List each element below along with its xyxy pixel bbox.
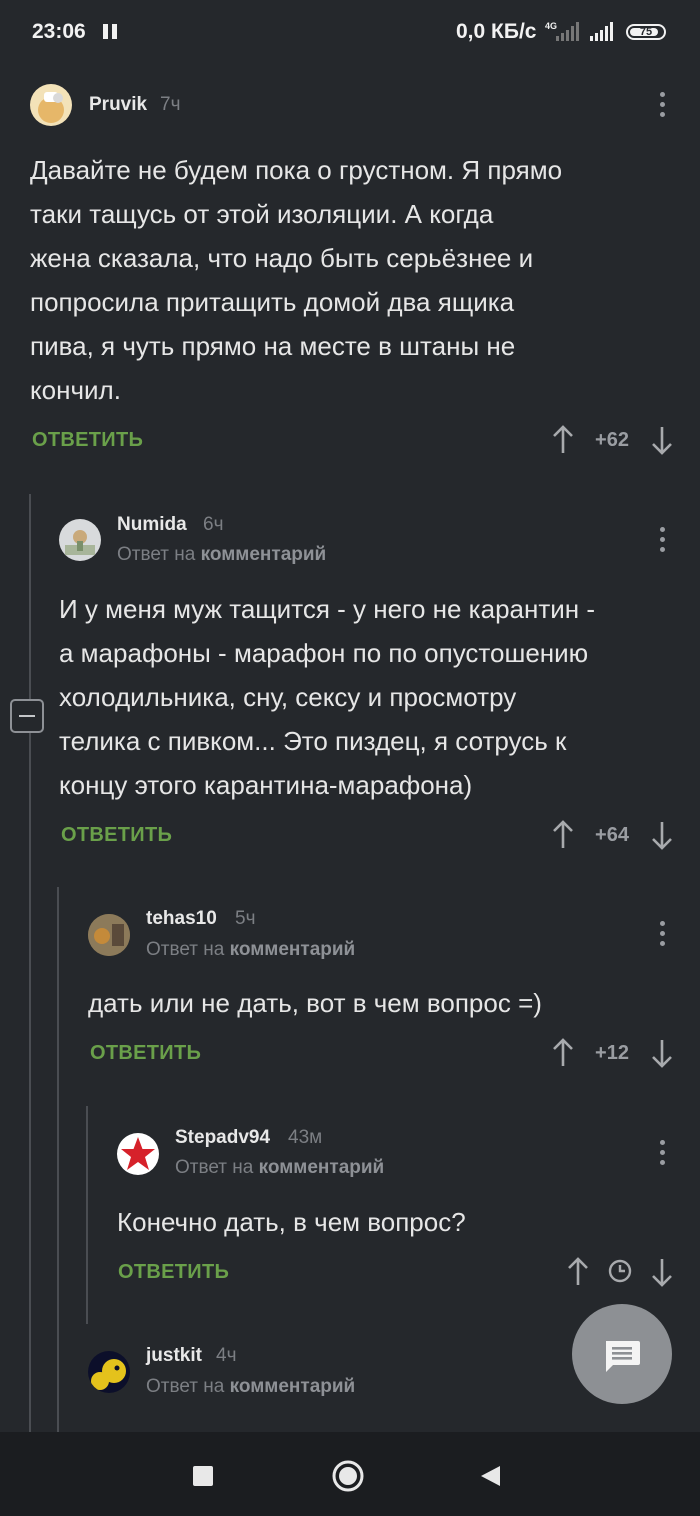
reply-target-link[interactable]: комментарий [230,1376,356,1397]
thread-line [57,887,59,1434]
comment-time: 4ч [216,1345,237,1366]
avatar[interactable] [117,1133,159,1175]
upvote-icon[interactable] [552,1038,574,1068]
reply-to: Ответ на комментарий [146,939,356,960]
battery-icon: 75 [626,24,666,40]
clock-icon [608,1259,632,1283]
message-icon [606,1341,640,1372]
avatar[interactable] [59,519,101,561]
comment-text: Конечно дать, в чем вопрос? [117,1207,466,1237]
reply-button[interactable]: ОТВЕТИТЬ [32,429,143,452]
thread-line [29,494,31,1434]
more-options-icon[interactable] [659,92,667,122]
comment-text: И у меня муж тащится - у него не каранти… [59,594,596,800]
reply-to: Ответ на комментарий [117,544,327,565]
username[interactable]: Stepadv94 [175,1127,270,1149]
username[interactable]: tehas10 [146,908,217,930]
username[interactable]: justkit [146,1345,202,1367]
svg-text:4G: 4G [545,21,557,31]
reply-button[interactable]: ОТВЕТИТЬ [118,1261,229,1284]
rating: +12 [595,1042,629,1064]
reply-button[interactable]: ОТВЕТИТЬ [61,824,172,847]
username[interactable]: Numida [117,514,187,536]
rating: +64 [595,824,629,846]
recent-apps-icon[interactable] [192,1465,214,1487]
network-speed: 0,0 КБ/с [456,20,537,43]
system-nav-bar [0,1432,700,1516]
comment-fab-button[interactable] [572,1304,672,1404]
comment-text: дать или не дать, вот в чем вопрос =) [88,988,542,1018]
reply-to: Ответ на комментарий [146,1376,356,1397]
downvote-icon[interactable] [651,1038,673,1068]
upvote-icon[interactable] [552,820,574,850]
reply-target-link[interactable]: комментарий [201,544,327,565]
comment-time: 43м [288,1127,323,1148]
back-icon[interactable] [478,1464,502,1488]
downvote-icon[interactable] [651,820,673,850]
signal-icon [590,22,613,41]
more-options-icon[interactable] [659,527,667,557]
downvote-icon[interactable] [651,1257,673,1287]
upvote-icon[interactable] [552,425,574,455]
comment-time: 5ч [235,908,256,929]
avatar[interactable] [88,1351,130,1393]
thread-line [86,1106,88,1324]
more-options-icon[interactable] [659,1140,667,1170]
signal-4g-icon: 4G [545,21,579,41]
avatar[interactable] [30,84,72,126]
home-icon[interactable] [331,1459,365,1493]
comment-time: 7ч [160,94,181,115]
collapse-thread-button[interactable] [10,699,44,733]
comment-time: 6ч [203,514,224,535]
username[interactable]: Pruvik [89,94,147,116]
status-bar: 23:06 0,0 КБ/с 4G 75 [0,0,700,66]
avatar[interactable] [88,914,130,956]
comment-text: Давайте не будем пока о грустном. Я прям… [30,155,563,405]
pause-icon [103,24,121,44]
reply-target-link[interactable]: комментарий [259,1157,385,1178]
status-time: 23:06 [32,20,86,43]
upvote-icon[interactable] [567,1257,589,1287]
reply-target-link[interactable]: комментарий [230,939,356,960]
reply-button[interactable]: ОТВЕТИТЬ [90,1042,201,1065]
downvote-icon[interactable] [651,425,673,455]
reply-to: Ответ на комментарий [175,1157,385,1178]
more-options-icon[interactable] [659,921,667,951]
rating: +62 [595,429,629,451]
